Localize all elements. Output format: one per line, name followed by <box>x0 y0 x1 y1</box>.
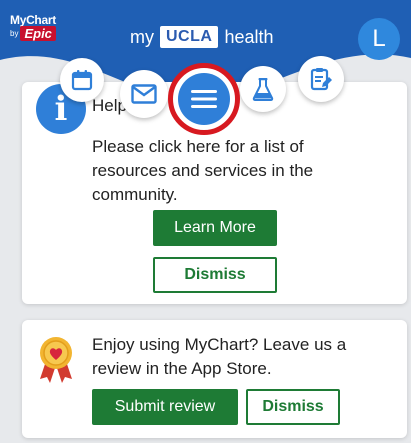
nav-test-results-button[interactable] <box>240 66 286 112</box>
learn-more-button[interactable]: Learn More <box>153 210 277 246</box>
award-ribbon-icon <box>40 337 72 383</box>
ucla-health-brand: my UCLA health <box>130 26 273 48</box>
brand-prefix: my <box>130 26 154 47</box>
brand-suffix: health <box>224 26 274 47</box>
submit-review-button[interactable]: Submit review <box>92 389 238 425</box>
help-card-body[interactable]: Please click here for a list of resource… <box>92 135 382 207</box>
nav-appointments-button[interactable] <box>60 58 104 102</box>
brand-ucla: UCLA <box>160 26 219 48</box>
calendar-icon <box>71 70 93 91</box>
dismiss-review-button[interactable]: Dismiss <box>246 389 340 425</box>
dismiss-help-button[interactable]: Dismiss <box>153 257 277 293</box>
mail-icon <box>131 84 157 104</box>
nav-menu-button[interactable] <box>168 63 240 135</box>
menu-icon <box>191 90 217 108</box>
mychart-logo: MyChart by Epic <box>10 13 56 42</box>
review-card-body: Enjoy using MyChart? Leave us a review i… <box>92 335 347 378</box>
menu-icon-circle <box>178 73 230 125</box>
nav-questionnaires-button[interactable] <box>298 56 344 102</box>
flask-icon <box>252 78 274 101</box>
nav-messages-button[interactable] <box>120 70 168 118</box>
clipboard-edit-icon <box>310 68 332 91</box>
user-avatar[interactable]: L <box>358 18 400 60</box>
